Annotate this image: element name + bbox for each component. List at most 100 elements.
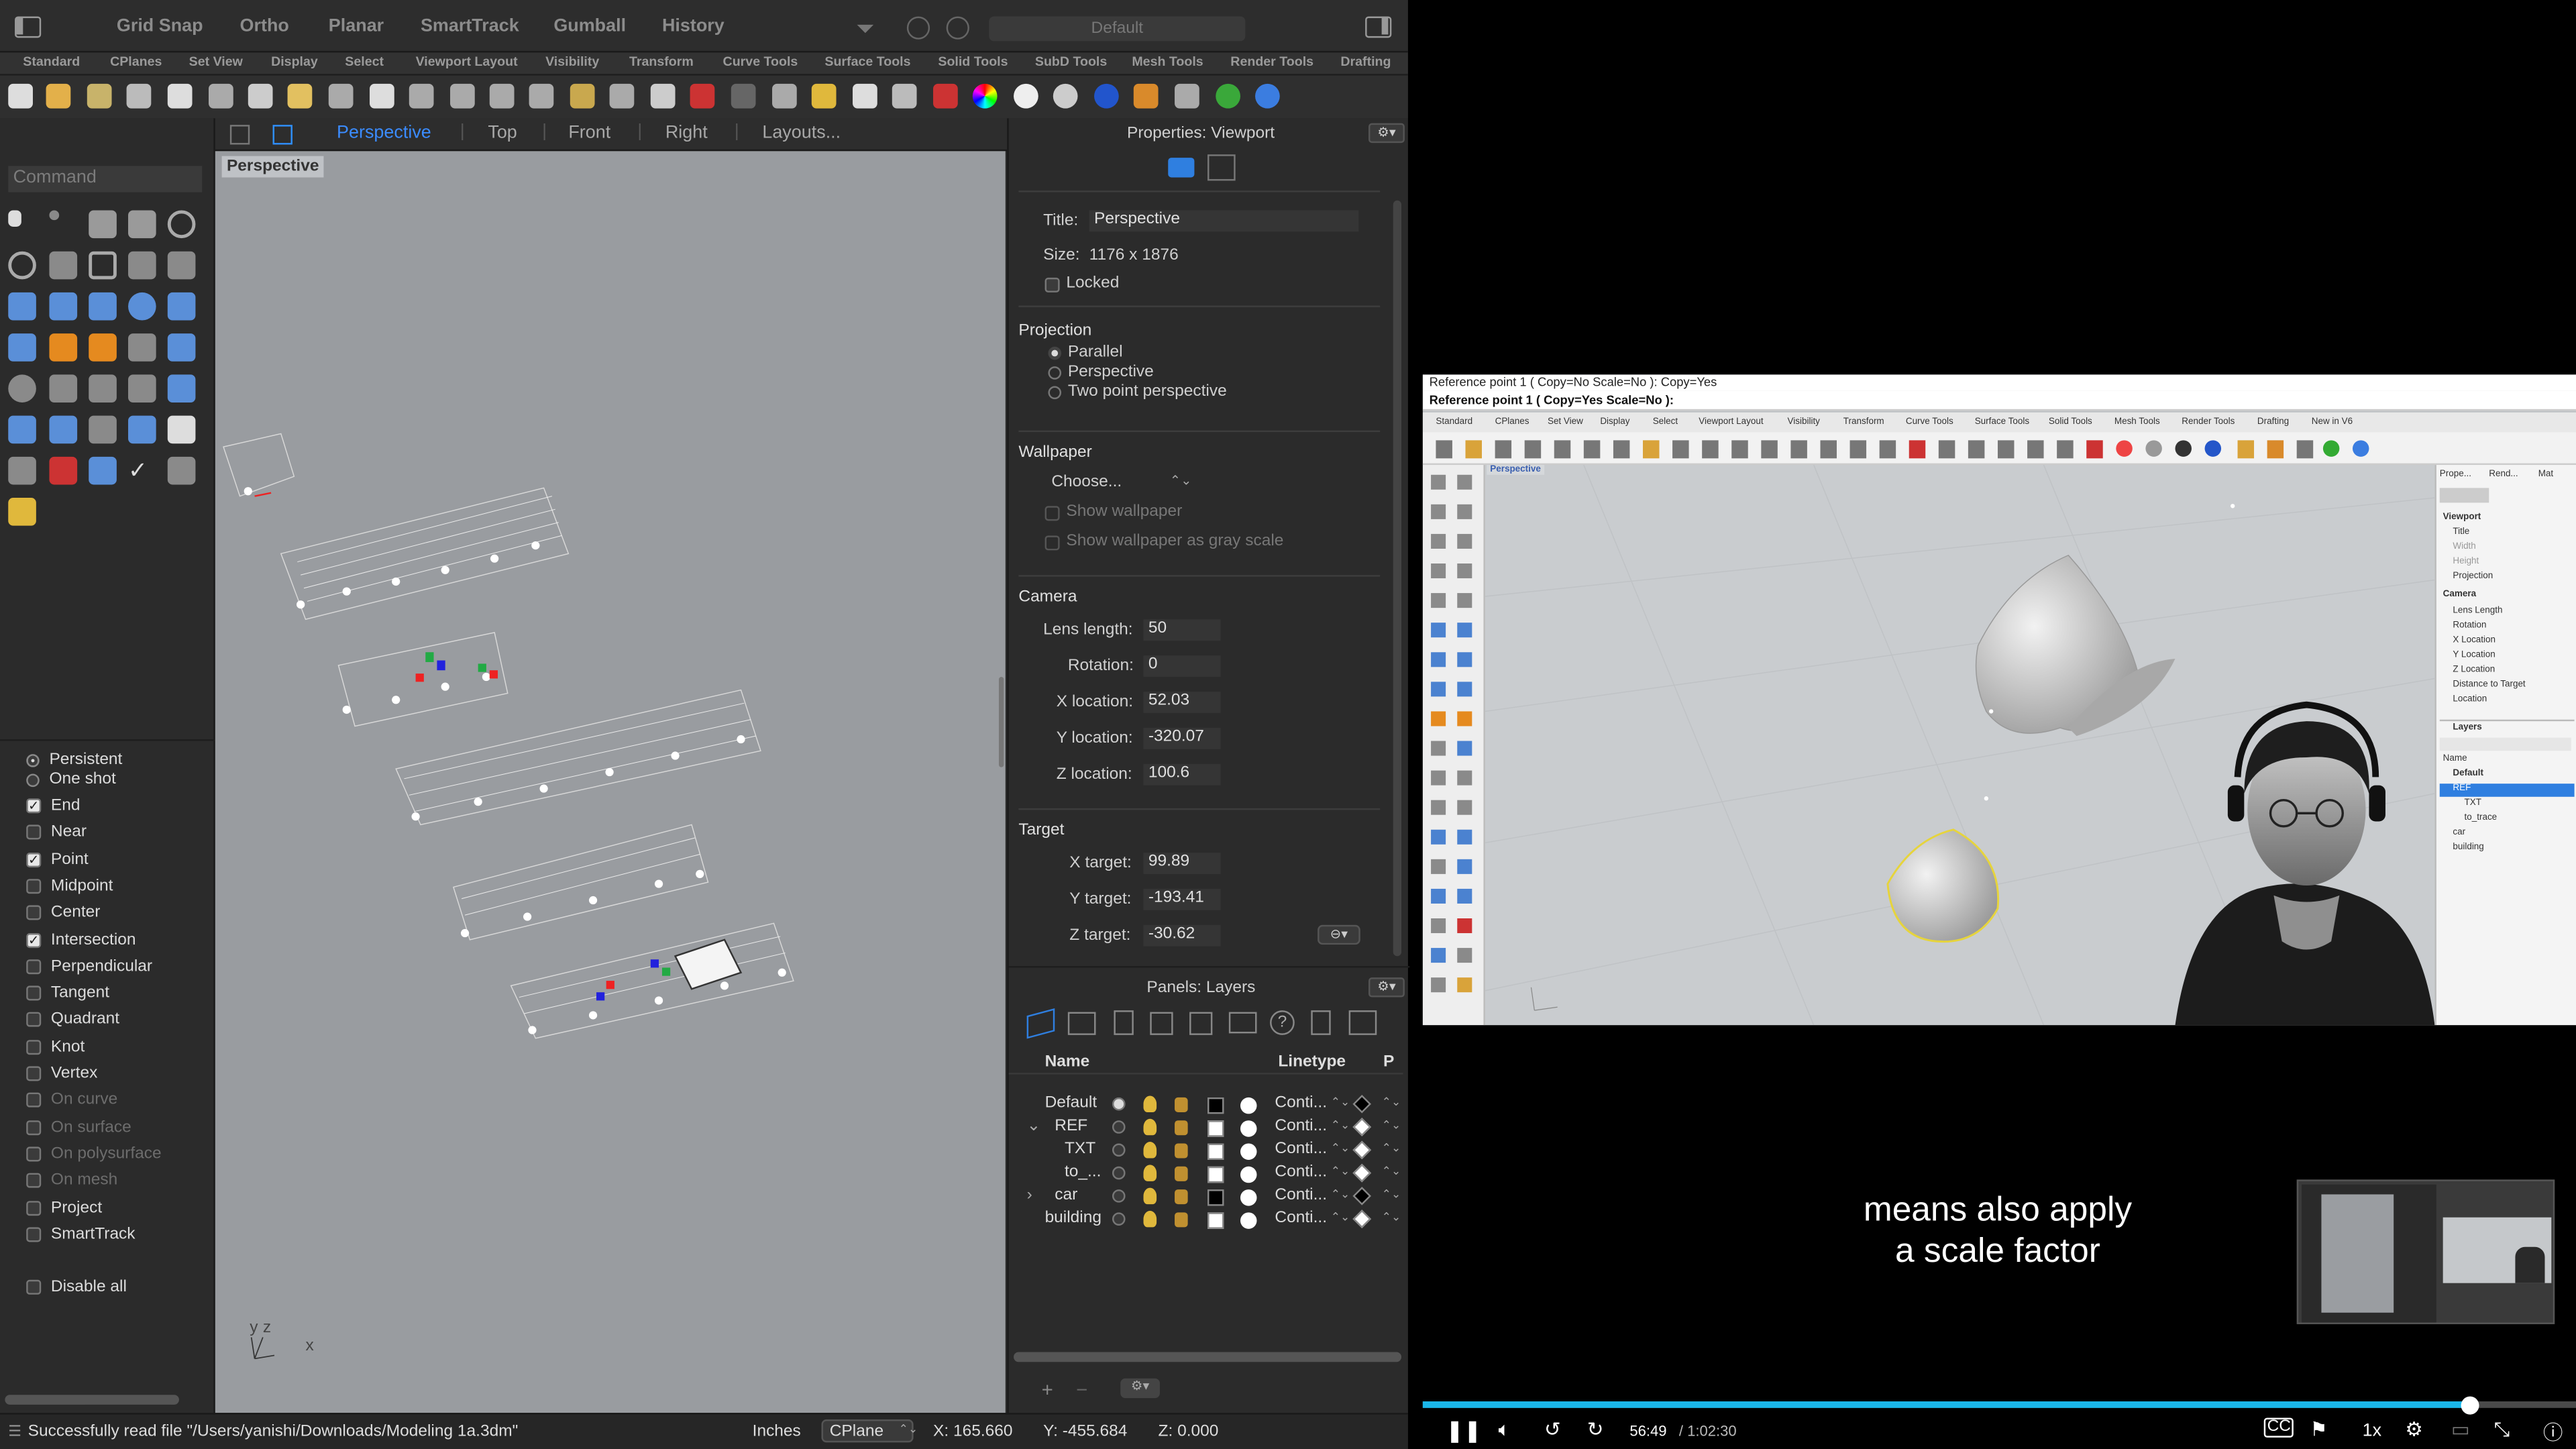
checkbox-icon[interactable]: ✓ (26, 852, 42, 867)
select-icon[interactable] (731, 83, 756, 109)
snap-icon[interactable] (1175, 83, 1199, 109)
layer-color-swatch[interactable] (1208, 1120, 1224, 1137)
layer-row[interactable]: TXT Conti... ⌃⌄ ⌃⌄ (1009, 1140, 1403, 1163)
tab-curve-tools[interactable]: Curve Tools (723, 54, 798, 69)
tab-subd-tools[interactable]: SubD Tools (1035, 54, 1107, 69)
video-frame[interactable]: Reference point 1 ( Copy=No Scale=No ): … (1422, 374, 2576, 1026)
bulb-icon[interactable] (1143, 1210, 1157, 1228)
layer-name[interactable]: REF (1055, 1117, 1087, 1135)
osnap-disable-all[interactable]: Disable all (26, 1278, 127, 1296)
render-icon[interactable] (1094, 83, 1119, 109)
two-point-radio[interactable] (1048, 386, 1062, 400)
material-icon[interactable] (1240, 1166, 1257, 1183)
print-stepper-icon[interactable]: ⌃⌄ (1382, 1142, 1401, 1155)
new-file-icon[interactable] (8, 83, 33, 109)
surface-icon[interactable] (8, 292, 36, 321)
plugin-icon[interactable] (1216, 83, 1240, 109)
zoom-selected-icon[interactable] (570, 83, 595, 109)
print-stepper-icon[interactable]: ⌃⌄ (1382, 1095, 1401, 1109)
camera-icon[interactable] (1168, 158, 1195, 178)
checkbox-icon[interactable] (26, 1146, 42, 1162)
layers-scrollbar[interactable] (1014, 1352, 1401, 1362)
horizontal-scrollbar[interactable] (5, 1395, 179, 1405)
paste-icon[interactable] (287, 83, 313, 109)
osnap-vertex[interactable]: Vertex (26, 1065, 97, 1083)
material-icon[interactable] (1240, 1143, 1257, 1160)
layers-col-name[interactable]: Name (1045, 1053, 1090, 1071)
lock-icon[interactable] (1175, 1212, 1188, 1228)
captions-icon[interactable]: CC (2263, 1417, 2294, 1438)
material-icon[interactable] (1240, 1120, 1257, 1137)
layers-tab-icon[interactable] (1026, 1008, 1055, 1039)
cylinder-icon[interactable] (167, 292, 196, 321)
lock-icon[interactable] (892, 83, 917, 109)
print-width-icon[interactable] (1352, 1163, 1372, 1183)
layer-name[interactable]: building (1045, 1209, 1102, 1227)
checkbox-icon[interactable] (26, 825, 42, 841)
tab-set-view[interactable]: Set View (189, 54, 243, 69)
show-gray-checkbox[interactable] (1044, 535, 1060, 551)
x-target-field[interactable]: 99.89 (1143, 853, 1221, 874)
open-icon[interactable] (46, 83, 71, 109)
zoom-extents-icon[interactable] (529, 83, 554, 109)
print-width-icon[interactable] (1352, 1140, 1372, 1160)
bulb-icon[interactable] (1143, 1142, 1157, 1159)
checkbox-icon[interactable] (26, 1093, 42, 1108)
osnap-near[interactable]: Near (26, 824, 87, 842)
title-field[interactable]: Perspective (1089, 210, 1359, 232)
playback-speed[interactable]: 1x (2363, 1421, 2381, 1440)
layer-row[interactable]: to_... Conti... ⌃⌄ ⌃⌄ (1009, 1163, 1403, 1186)
layer-row[interactable]: › car Conti... ⌃⌄ ⌃⌄ (1009, 1186, 1403, 1209)
osnap-on-curve[interactable]: On curve (26, 1091, 117, 1110)
add-layer-icon[interactable]: + (1042, 1379, 1053, 1401)
undo-view-icon[interactable] (609, 83, 635, 109)
dimension-icon[interactable] (167, 415, 196, 444)
box-icon[interactable] (89, 292, 117, 321)
tab-render-tools[interactable]: Render Tools (1230, 54, 1313, 69)
linetype-stepper-icon[interactable]: ⌃⌄ (1331, 1165, 1350, 1178)
layer-row[interactable]: ⌄ REF Conti... ⌃⌄ ⌃⌄ (1009, 1117, 1403, 1140)
current-layer-icon[interactable] (1112, 1212, 1126, 1226)
tab-front[interactable]: Front (568, 123, 610, 143)
parallel-radio[interactable] (1048, 346, 1062, 360)
current-layer-icon[interactable] (1112, 1189, 1126, 1203)
print-stepper-icon[interactable]: ⌃⌄ (1382, 1165, 1401, 1178)
flag-icon[interactable]: ⚑ (2310, 1417, 2327, 1440)
osnap-end[interactable]: ✓ End (26, 797, 80, 815)
layer-name[interactable]: TXT (1065, 1140, 1095, 1159)
history-button[interactable]: History (662, 16, 724, 36)
wallpaper-choose-select[interactable]: Choose... (1051, 473, 1122, 491)
lock-icon[interactable] (1175, 1120, 1188, 1136)
command-input[interactable]: Command (8, 166, 203, 193)
checkbox-icon[interactable] (26, 959, 42, 974)
units-display[interactable]: Inches (753, 1423, 801, 1441)
ellipse-icon[interactable] (8, 251, 36, 280)
tab-select[interactable]: Select (345, 54, 384, 69)
grid-layout-icon[interactable] (229, 125, 250, 145)
single-layout-icon[interactable] (272, 125, 292, 145)
warning-icon[interactable] (8, 498, 36, 526)
print-width-icon[interactable] (1352, 1187, 1372, 1205)
tab-perspective[interactable]: Perspective (337, 123, 431, 143)
lock-icon[interactable] (1175, 1097, 1188, 1112)
box-tab-icon[interactable] (1150, 1012, 1173, 1035)
layers-col-p[interactable]: P (1383, 1053, 1394, 1071)
rectangle-icon[interactable] (89, 251, 117, 280)
osnap-perpendicular[interactable]: Perpendicular (26, 957, 152, 975)
planar-button[interactable]: Planar (329, 16, 384, 36)
tab-top[interactable]: Top (488, 123, 517, 143)
curve-tool-icon[interactable] (89, 374, 117, 403)
layer-color-swatch[interactable] (1208, 1097, 1224, 1114)
grid-tab-icon[interactable] (1348, 1010, 1377, 1035)
lock-icon[interactable] (1175, 1166, 1188, 1181)
lock-icon[interactable] (1175, 1143, 1188, 1159)
layer-color-swatch[interactable] (1208, 1189, 1224, 1206)
osnap-persistent[interactable]: Persistent (26, 751, 122, 769)
fullscreen-icon[interactable]: ⤡ (2494, 1417, 2510, 1442)
current-layer-icon[interactable] (1112, 1166, 1126, 1180)
back-icon[interactable] (906, 16, 930, 40)
volume-icon[interactable]: 🔈︎ (1498, 1417, 1510, 1442)
display-tab-icon[interactable] (1189, 1012, 1213, 1035)
tab-right[interactable]: Right (665, 123, 708, 143)
layer-color-swatch[interactable] (1208, 1143, 1224, 1160)
